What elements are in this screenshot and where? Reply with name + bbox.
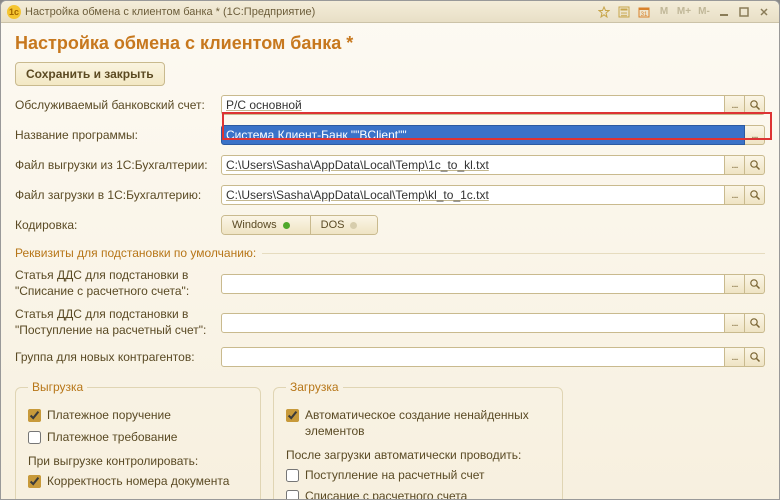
field-bank-account[interactable]: Р/С основной: [221, 95, 725, 115]
radio-dot-icon: [350, 222, 357, 229]
check-doc-number[interactable]: Корректность номера документа: [28, 474, 248, 490]
row-encoding: Кодировка: Windows DOS: [15, 214, 765, 236]
field-new-contragents[interactable]: [221, 347, 725, 367]
label-import-file: Файл загрузки в 1С:Бухгалтерию:: [15, 188, 215, 202]
select-button[interactable]: ...: [725, 155, 745, 175]
search-icon[interactable]: [745, 347, 765, 367]
app-icon: 1c: [7, 5, 21, 19]
memory-m-button[interactable]: M: [655, 4, 673, 20]
import-group: Загрузка Автоматическое создание ненайде…: [273, 380, 563, 499]
check-auto-create[interactable]: Автоматическое создание ненайденных элем…: [286, 408, 550, 439]
save-and-close-button[interactable]: Сохранить и закрыть: [15, 62, 165, 86]
groups: Выгрузка Платежное поручение Платежное т…: [15, 380, 765, 499]
window-title: Настройка обмена с клиентом банка * (1С:…: [25, 6, 591, 18]
encoding-dos[interactable]: DOS: [310, 216, 378, 234]
calculator-icon[interactable]: [615, 4, 633, 20]
label-bank-account: Обслуживаемый банковский счет:: [15, 98, 215, 112]
titlebar: 1c Настройка обмена с клиентом банка * (…: [1, 1, 779, 23]
memory-mminus-button[interactable]: M-: [695, 4, 713, 20]
checkbox-payment-claim[interactable]: [28, 431, 41, 444]
search-icon[interactable]: [745, 155, 765, 175]
search-icon[interactable]: [745, 95, 765, 115]
field-dds-receipt[interactable]: [221, 313, 725, 333]
row-program-name: Название программы: Система Клиент-Банк …: [15, 124, 765, 146]
label-encoding: Кодировка:: [15, 218, 215, 232]
row-import-file: Файл загрузки в 1С:Бухгалтерию: C:\Users…: [15, 184, 765, 206]
select-button[interactable]: ...: [725, 313, 745, 333]
radio-dot-icon: [283, 222, 290, 229]
row-dds-writeoff: Статья ДДС для подстановки в "Списание с…: [15, 268, 765, 299]
import-post-label: После загрузки автоматически проводить:: [286, 448, 550, 462]
checkbox-auto-create[interactable]: [286, 409, 299, 422]
check-payment-claim[interactable]: Платежное требование: [28, 430, 248, 446]
encoding-windows[interactable]: Windows: [222, 216, 310, 234]
close-button[interactable]: [755, 4, 773, 20]
label-export-file: Файл выгрузки из 1С:Бухгалтерии:: [15, 158, 215, 172]
export-control-label: При выгрузке контролировать:: [28, 454, 248, 468]
search-icon[interactable]: [745, 274, 765, 294]
encoding-toggle: Windows DOS: [221, 215, 378, 235]
export-legend: Выгрузка: [28, 380, 87, 394]
select-button[interactable]: ...: [725, 95, 745, 115]
content: Настройка обмена с клиентом банка * Сохр…: [1, 23, 779, 499]
search-icon[interactable]: [745, 313, 765, 333]
select-button[interactable]: ...: [725, 185, 745, 205]
select-button[interactable]: ...: [725, 274, 745, 294]
check-payment-order[interactable]: Платежное поручение: [28, 408, 248, 424]
export-group: Выгрузка Платежное поручение Платежное т…: [15, 380, 261, 499]
check-writeoff[interactable]: Списание с расчетного счета: [286, 489, 550, 499]
window: 1c Настройка обмена с клиентом банка * (…: [0, 0, 780, 500]
search-icon[interactable]: [745, 185, 765, 205]
svg-text:31: 31: [641, 12, 648, 18]
label-new-contragents: Группа для новых контрагентов:: [15, 350, 215, 364]
check-receipt[interactable]: Поступление на расчетный счет: [286, 468, 550, 484]
row-export-file: Файл выгрузки из 1С:Бухгалтерии: C:\User…: [15, 154, 765, 176]
defaults-section-label: Реквизиты для подстановки по умолчанию:: [15, 246, 256, 260]
import-legend: Загрузка: [286, 380, 343, 394]
checkbox-payment-order[interactable]: [28, 409, 41, 422]
row-dds-receipt: Статья ДДС для подстановки в "Поступлени…: [15, 307, 765, 338]
checkbox-receipt[interactable]: [286, 469, 299, 482]
page-title: Настройка обмена с клиентом банка *: [15, 33, 765, 54]
label-program-name: Название программы:: [15, 128, 215, 142]
maximize-button[interactable]: [735, 4, 753, 20]
checkbox-doc-number[interactable]: [28, 475, 41, 488]
select-button[interactable]: ...: [725, 347, 745, 367]
select-button[interactable]: ...: [745, 125, 765, 145]
minimize-button[interactable]: [715, 4, 733, 20]
field-import-file[interactable]: C:\Users\Sasha\AppData\Local\Temp\kl_to_…: [221, 185, 725, 205]
row-bank-account: Обслуживаемый банковский счет: Р/С основ…: [15, 94, 765, 116]
label-dds-receipt: Статья ДДС для подстановки в "Поступлени…: [15, 307, 215, 338]
titlebar-controls: 31 M M+ M-: [595, 4, 773, 20]
calendar-icon[interactable]: 31: [635, 4, 653, 20]
checkbox-writeoff[interactable]: [286, 490, 299, 499]
favorite-icon[interactable]: [595, 4, 613, 20]
field-export-file[interactable]: C:\Users\Sasha\AppData\Local\Temp\1c_to_…: [221, 155, 725, 175]
field-program-name[interactable]: Система Клиент-Банк ""BClient"": [221, 125, 745, 145]
field-dds-writeoff[interactable]: [221, 274, 725, 294]
label-dds-writeoff: Статья ДДС для подстановки в "Списание с…: [15, 268, 215, 299]
memory-mplus-button[interactable]: M+: [675, 4, 693, 20]
row-new-contragents: Группа для новых контрагентов: ...: [15, 346, 765, 368]
